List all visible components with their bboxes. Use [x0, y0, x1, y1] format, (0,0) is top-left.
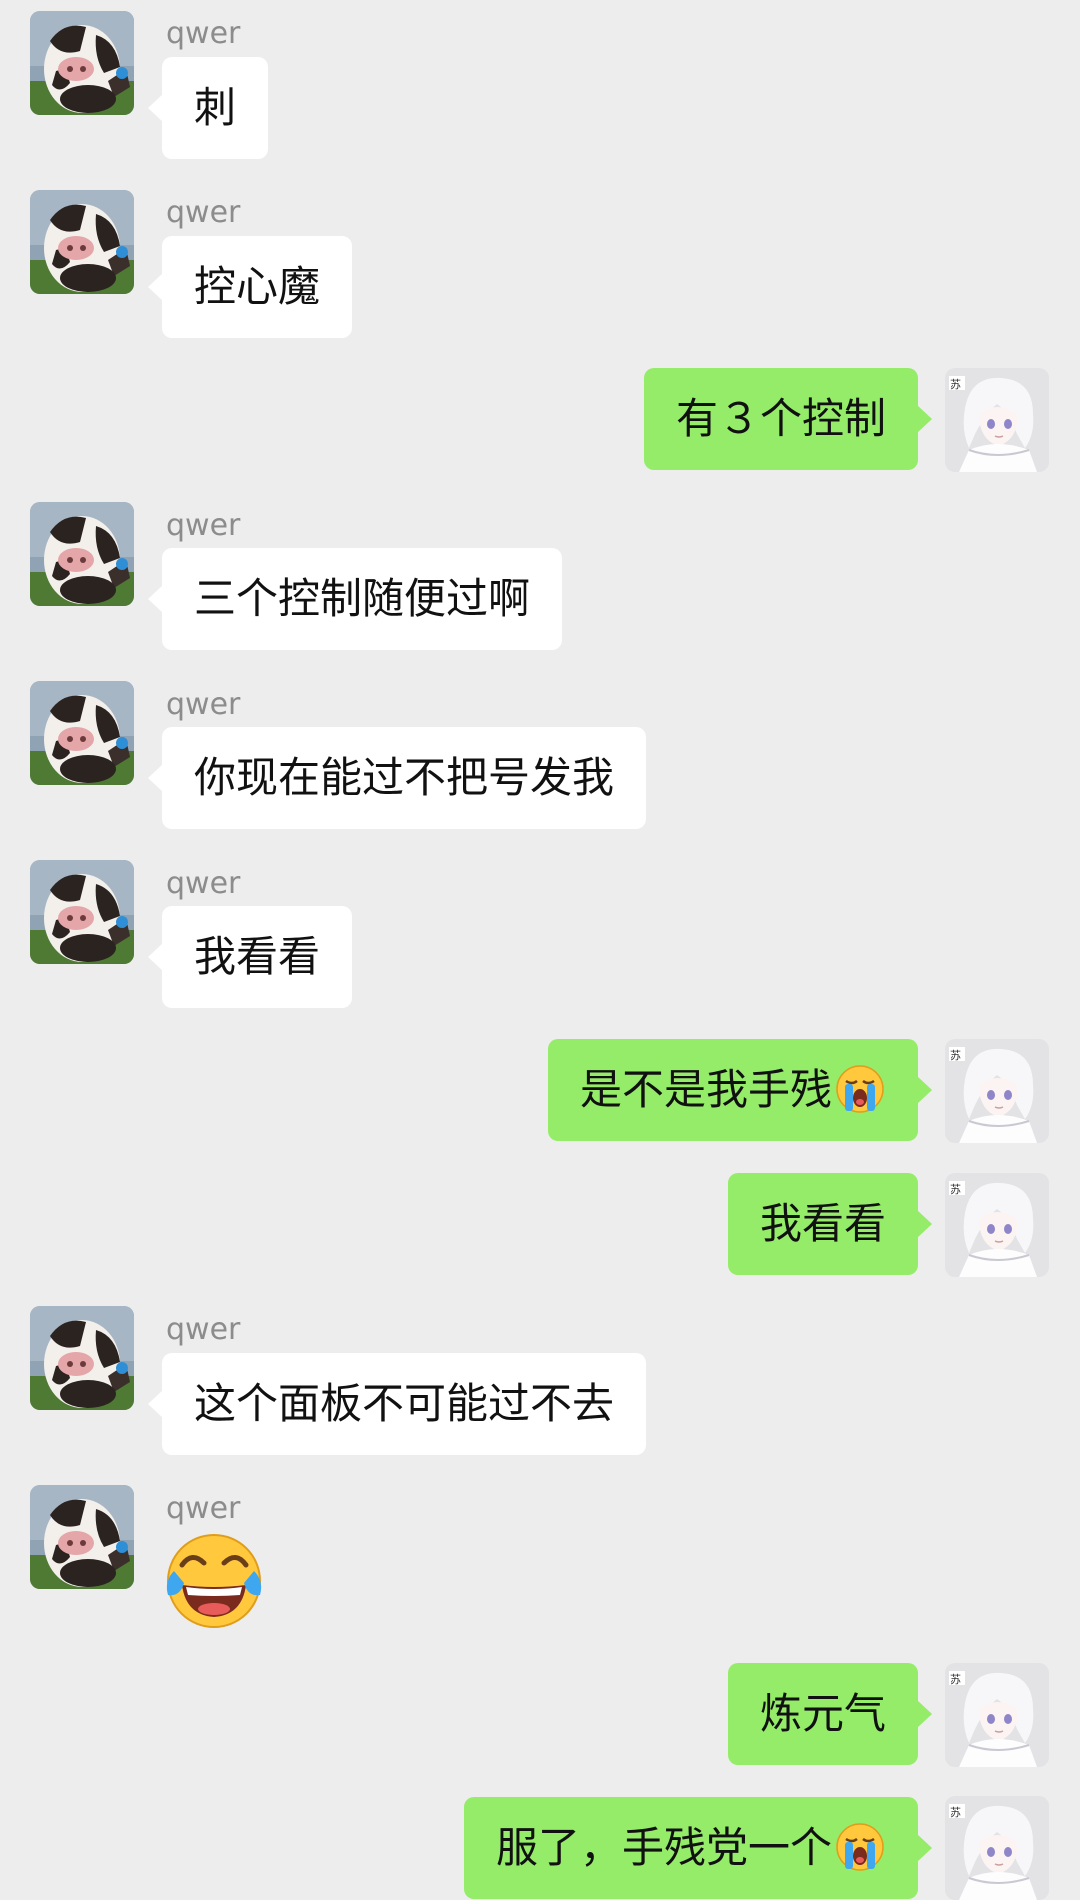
message-bubble-incoming[interactable]: 你现在能过不把号发我	[147, 727, 647, 829]
message-bubble-outgoing[interactable]: 有３个控制	[643, 368, 933, 470]
face-with-tears-of-joy-icon[interactable]	[162, 1531, 266, 1635]
contact-avatar[interactable]	[30, 681, 134, 785]
self-avatar[interactable]	[945, 1173, 1049, 1277]
message-bubble-outgoing[interactable]: 我看看	[727, 1173, 933, 1275]
sender-name: qwer	[166, 195, 241, 230]
message-bubble-incoming[interactable]: 我看看	[147, 906, 353, 1008]
contact-avatar[interactable]	[30, 11, 134, 115]
sender-name: qwer	[166, 1312, 241, 1347]
cow-avatar-icon	[30, 11, 134, 115]
contact-avatar[interactable]	[30, 502, 134, 606]
message-bubble-incoming[interactable]: 这个面板不可能过不去	[147, 1353, 647, 1455]
contact-avatar[interactable]	[30, 1485, 134, 1589]
anime-avatar-icon	[945, 1796, 1049, 1900]
message-bubble-incoming[interactable]: 刺	[147, 57, 269, 159]
sender-name: qwer	[166, 866, 241, 901]
self-avatar[interactable]	[945, 1039, 1049, 1143]
message-text: 服了，手残党一个	[495, 1823, 832, 1872]
message-bubble-outgoing[interactable]: 服了，手残党一个	[463, 1797, 933, 1899]
message-text: 是不是我手残	[579, 1065, 832, 1114]
cow-avatar-icon	[30, 1485, 134, 1589]
self-avatar[interactable]	[945, 1663, 1049, 1767]
sender-name: qwer	[166, 1491, 241, 1526]
message-bubble-incoming[interactable]: 控心魔	[147, 236, 353, 338]
contact-avatar[interactable]	[30, 860, 134, 964]
anime-avatar-icon	[945, 1039, 1049, 1143]
message-bubble-outgoing[interactable]: 是不是我手残	[547, 1039, 933, 1141]
cow-avatar-icon	[30, 860, 134, 964]
loudly-crying-face-icon	[834, 1821, 886, 1873]
contact-avatar[interactable]	[30, 1306, 134, 1410]
anime-avatar-icon	[945, 1173, 1049, 1277]
self-avatar[interactable]	[945, 1796, 1049, 1900]
cow-avatar-icon	[30, 502, 134, 606]
anime-avatar-icon	[945, 1663, 1049, 1767]
sender-name: qwer	[166, 508, 241, 543]
message-bubble-incoming[interactable]: 三个控制随便过啊	[147, 548, 563, 650]
loudly-crying-face-icon	[834, 1063, 886, 1115]
sender-name: qwer	[166, 16, 241, 51]
cow-avatar-icon	[30, 681, 134, 785]
cow-avatar-icon	[30, 190, 134, 294]
contact-avatar[interactable]	[30, 190, 134, 294]
message-bubble-outgoing[interactable]: 炼元气	[727, 1663, 933, 1765]
sender-name: qwer	[166, 687, 241, 722]
cow-avatar-icon	[30, 1306, 134, 1410]
self-avatar[interactable]	[945, 368, 1049, 472]
anime-avatar-icon	[945, 368, 1049, 472]
